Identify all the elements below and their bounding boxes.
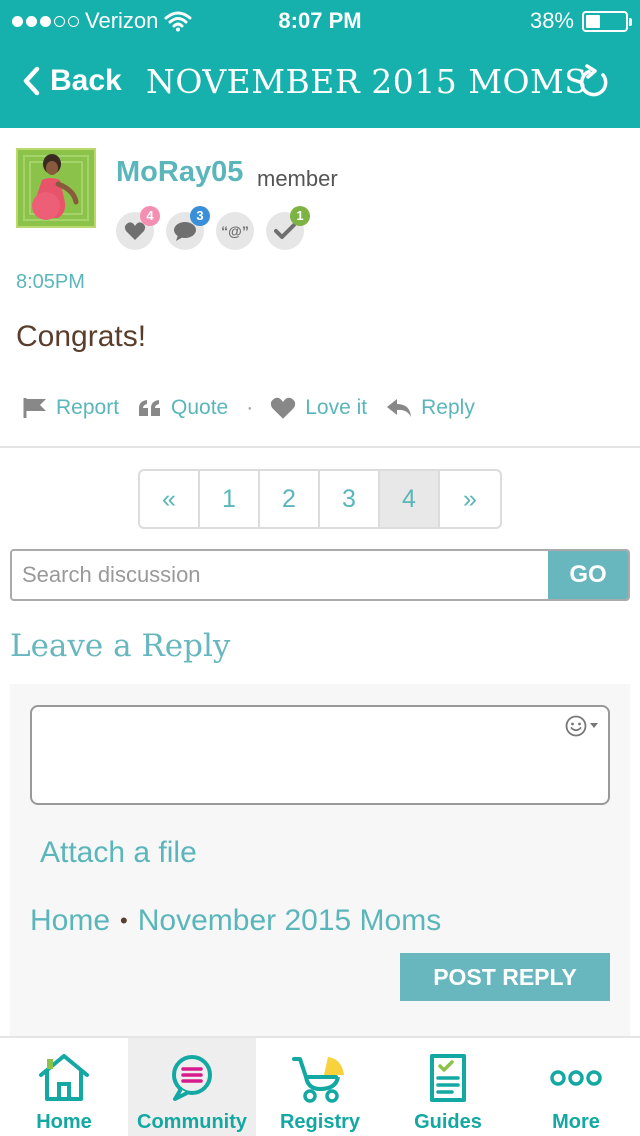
page-3-button[interactable]: 3 <box>320 471 380 527</box>
status-bar: Verizon 8:07 PM 38% <box>0 0 640 40</box>
search-go-button[interactable]: GO <box>548 551 628 599</box>
love-link[interactable]: Love it <box>269 396 367 420</box>
tab-label: Community <box>137 1111 247 1133</box>
mention-badge: “@” <box>216 212 254 250</box>
badge-count: 3 <box>190 206 210 226</box>
badge-count: 1 <box>290 206 310 226</box>
discussion-search: GO <box>10 549 630 601</box>
post-author[interactable]: MoRay05 <box>116 156 243 189</box>
page-2-button[interactable]: 2 <box>260 471 320 527</box>
tab-home[interactable]: Home <box>0 1038 128 1136</box>
reply-panel: Attach a file Home • November 2015 Moms … <box>10 684 630 1036</box>
more-icon <box>548 1052 604 1104</box>
smiley-icon <box>565 715 587 737</box>
avatar[interactable] <box>16 148 96 228</box>
quote-icon <box>139 400 161 416</box>
refresh-icon[interactable] <box>576 64 612 100</box>
quote-label: Quote <box>171 396 229 419</box>
tab-label: Home <box>36 1111 92 1133</box>
badge-count: 4 <box>140 206 160 226</box>
love-count-badge: 4 <box>116 206 160 250</box>
page-title: NOVEMBER 2015 MOMS <box>146 62 588 101</box>
love-label: Love it <box>305 396 368 419</box>
home-icon <box>36 1052 92 1104</box>
chevron-left-icon <box>23 66 40 96</box>
post-reply-button[interactable]: POST REPLY <box>400 953 610 1001</box>
pagination: « 1 2 3 4 » <box>138 469 502 529</box>
author-role: member <box>257 166 338 191</box>
reply-link[interactable]: Reply <box>385 396 475 420</box>
tab-registry[interactable]: Registry <box>256 1038 384 1136</box>
tab-label: Registry <box>279 1111 361 1133</box>
tab-community[interactable]: Community <box>128 1038 256 1136</box>
forum-post: MoRay05 member 4 3 “@” 1 8:05PM Congrats… <box>0 128 640 448</box>
tab-label: Guides <box>414 1111 482 1133</box>
top-bar: Verizon 8:07 PM 38% Back NOVEMBER 2015 M… <box>0 0 640 128</box>
post-body: Congrats! <box>16 320 147 353</box>
battery-percent: 38% <box>529 8 574 33</box>
app-screen: Verizon 8:07 PM 38% Back NOVEMBER 2015 M… <box>0 0 640 1136</box>
stroller-icon <box>292 1052 348 1104</box>
back-button[interactable]: Back <box>22 64 122 98</box>
check-count-badge: 1 <box>266 206 310 250</box>
comment-count-badge: 3 <box>166 206 210 250</box>
reply-arrow-icon <box>387 399 412 417</box>
nav-bar: Back NOVEMBER 2015 MOMS <box>0 40 640 128</box>
guide-icon <box>420 1052 476 1104</box>
page-1-button[interactable]: 1 <box>200 471 260 527</box>
breadcrumb: Home • November 2015 Moms <box>30 904 441 938</box>
action-separator: · <box>246 396 254 419</box>
tab-guides[interactable]: Guides <box>384 1038 512 1136</box>
tab-more[interactable]: More <box>512 1038 640 1136</box>
page-4-button[interactable]: 4 <box>380 471 440 527</box>
mention-icon: “@” <box>221 223 249 239</box>
author-badges: 4 3 “@” 1 <box>116 206 310 250</box>
status-right: 38% <box>529 8 632 34</box>
avatar-image <box>18 150 94 226</box>
quote-link[interactable]: Quote <box>137 396 228 420</box>
page-prev-button[interactable]: « <box>140 471 200 527</box>
breadcrumb-home-link[interactable]: Home <box>30 904 110 938</box>
back-label: Back <box>50 64 122 97</box>
post-timestamp: 8:05PM <box>16 271 85 293</box>
reply-label: Reply <box>421 396 475 419</box>
post-actions: Report Quote · Love it Reply <box>22 396 493 420</box>
bottom-tab-bar: Home Community Registry Guides More <box>0 1036 640 1136</box>
breadcrumb-group-link[interactable]: November 2015 Moms <box>138 904 441 938</box>
check-icon <box>274 223 296 239</box>
page-next-button[interactable]: » <box>440 471 500 527</box>
community-icon <box>164 1052 220 1104</box>
flag-icon <box>23 398 46 418</box>
tab-label: More <box>552 1111 600 1133</box>
report-label: Report <box>56 396 120 419</box>
heart-icon <box>124 222 146 240</box>
breadcrumb-separator: • <box>120 908 128 933</box>
heart-icon <box>271 397 296 419</box>
caret-down-icon <box>590 723 598 728</box>
battery-icon <box>582 10 632 32</box>
emoji-picker-button[interactable] <box>565 715 598 737</box>
report-link[interactable]: Report <box>22 396 119 420</box>
reply-textarea[interactable] <box>30 705 610 805</box>
search-input[interactable] <box>12 551 550 599</box>
reply-section-title: Leave a Reply <box>10 628 231 664</box>
attach-file-link[interactable]: Attach a file <box>40 836 197 870</box>
